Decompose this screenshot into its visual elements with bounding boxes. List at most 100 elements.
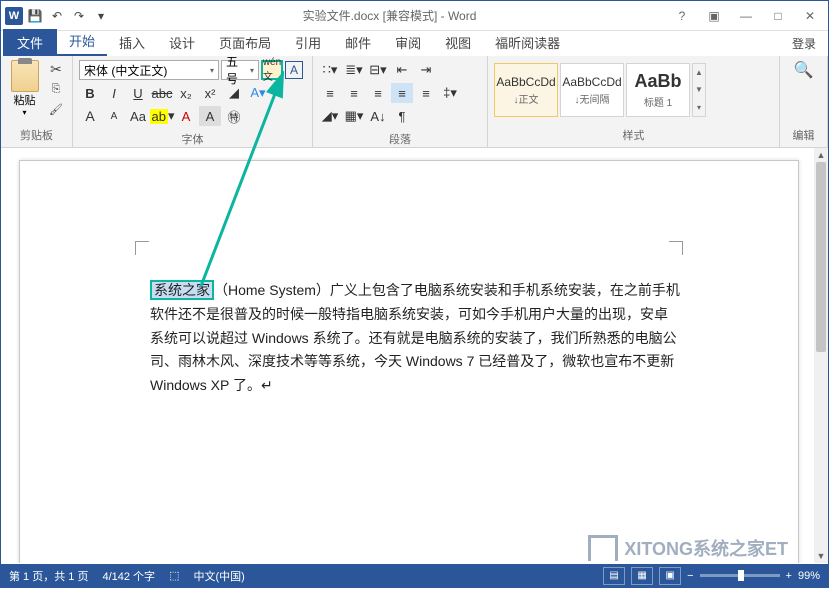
tab-design[interactable]: 设计 bbox=[157, 29, 207, 56]
word-count[interactable]: 4/142 个字 bbox=[102, 568, 155, 584]
clear-format-button[interactable]: ◢ bbox=[223, 83, 245, 103]
gallery-down-button[interactable]: ▼ bbox=[693, 81, 705, 98]
page[interactable]: 系统之家（Home System）广义上包含了电脑系统安装和手机系统安装，在之前… bbox=[19, 160, 799, 563]
web-layout-button[interactable]: ▣ bbox=[659, 567, 681, 585]
group-label-clipboard: 剪贴板 bbox=[7, 125, 66, 145]
numbering-button[interactable]: ≣▾ bbox=[343, 60, 365, 80]
tab-insert[interactable]: 插入 bbox=[107, 29, 157, 56]
close-button[interactable]: ✕ bbox=[796, 6, 824, 26]
selected-text[interactable]: 系统之家 bbox=[150, 280, 214, 300]
scroll-up-button[interactable]: ▲ bbox=[814, 148, 828, 162]
tab-view[interactable]: 视图 bbox=[433, 29, 483, 56]
help-button[interactable]: ? bbox=[668, 6, 696, 26]
subscript-button[interactable]: x₂ bbox=[175, 83, 197, 103]
page-indicator[interactable]: 第 1 页，共 1 页 bbox=[9, 568, 88, 584]
status-bar: 第 1 页，共 1 页 4/142 个字 ⬚ 中文(中国) ▤ ▦ ▣ − + … bbox=[1, 564, 828, 587]
copy-button[interactable]: ⎘ bbox=[46, 80, 66, 98]
tab-review[interactable]: 审阅 bbox=[383, 29, 433, 56]
style-nospacing[interactable]: AaBbCcDd ↓无间隔 bbox=[560, 63, 624, 117]
format-painter-button[interactable]: 🖌 bbox=[46, 100, 66, 118]
paragraph-text[interactable]: （Home System）广义上包含了电脑系统安装和手机系统安装，在之前手机软件… bbox=[150, 282, 680, 393]
minimize-button[interactable]: — bbox=[732, 6, 760, 26]
document-area[interactable]: 系统之家（Home System）广义上包含了电脑系统安装和手机系统安装，在之前… bbox=[1, 148, 814, 563]
watermark-logo-icon bbox=[588, 535, 618, 561]
show-marks-button[interactable]: ¶ bbox=[391, 106, 413, 126]
proofing-button[interactable]: ⬚ bbox=[169, 569, 179, 582]
find-icon: 🔍 bbox=[794, 60, 814, 80]
gallery-up-button[interactable]: ▲ bbox=[693, 64, 705, 81]
char-border-button[interactable]: A bbox=[285, 61, 303, 79]
justify-button[interactable]: ≡ bbox=[391, 83, 413, 103]
highlight-button[interactable]: ab▾ bbox=[151, 106, 173, 126]
save-button[interactable]: 💾 bbox=[25, 6, 45, 26]
scroll-down-button[interactable]: ▼ bbox=[814, 549, 828, 563]
ribbon-display-button[interactable]: ▣ bbox=[700, 6, 728, 26]
style-preview: AaBb bbox=[634, 71, 681, 92]
align-right-button[interactable]: ≡ bbox=[367, 83, 389, 103]
paste-button[interactable]: 粘贴 ▾ bbox=[7, 60, 42, 125]
ribbon-tabs: 文件 开始 插入 设计 页面布局 引用 邮件 审阅 视图 福昕阅读器 登录 bbox=[1, 31, 828, 56]
grow-font-button[interactable]: A bbox=[79, 106, 101, 126]
zoom-slider[interactable] bbox=[700, 574, 780, 577]
superscript-button[interactable]: x² bbox=[199, 83, 221, 103]
group-label-paragraph: 段落 bbox=[319, 129, 481, 149]
group-clipboard: 粘贴 ▾ ✂ ⎘ 🖌 剪贴板 bbox=[1, 56, 73, 147]
tab-references[interactable]: 引用 bbox=[283, 29, 333, 56]
language-button[interactable]: 中文(中国) bbox=[193, 568, 244, 584]
tab-home[interactable]: 开始 bbox=[57, 27, 107, 56]
group-editing: 🔍 编辑 bbox=[780, 56, 828, 147]
align-center-button[interactable]: ≡ bbox=[343, 83, 365, 103]
tab-mail[interactable]: 邮件 bbox=[333, 29, 383, 56]
underline-button[interactable]: U bbox=[127, 83, 149, 103]
bullets-button[interactable]: ∷▾ bbox=[319, 60, 341, 80]
bold-button[interactable]: B bbox=[79, 83, 101, 103]
shading-button[interactable]: ◢▾ bbox=[319, 106, 341, 126]
style-normal[interactable]: AaBbCcDd ↓正文 bbox=[494, 63, 558, 117]
body-paragraph[interactable]: 系统之家（Home System）广义上包含了电脑系统安装和手机系统安装，在之前… bbox=[150, 279, 680, 398]
zoom-knob[interactable] bbox=[738, 570, 744, 581]
scroll-track[interactable] bbox=[816, 162, 826, 549]
italic-button[interactable]: I bbox=[103, 83, 125, 103]
style-heading1[interactable]: AaBb 标题 1 bbox=[626, 63, 690, 117]
gallery-more-button[interactable]: ▾ bbox=[693, 99, 705, 116]
align-left-button[interactable]: ≡ bbox=[319, 83, 341, 103]
increase-indent-button[interactable]: ⇥ bbox=[415, 60, 437, 80]
read-mode-button[interactable]: ▤ bbox=[603, 567, 625, 585]
undo-button[interactable]: ↶ bbox=[47, 6, 67, 26]
redo-button[interactable]: ↷ bbox=[69, 6, 89, 26]
change-case-button[interactable]: Aa bbox=[127, 106, 149, 126]
zoom-in-button[interactable]: + bbox=[786, 570, 792, 582]
vertical-scrollbar[interactable]: ▲ ▼ bbox=[814, 148, 828, 563]
tab-foxit[interactable]: 福昕阅读器 bbox=[483, 29, 572, 56]
enclose-char-button[interactable]: ㊕ bbox=[223, 106, 245, 126]
multilevel-button[interactable]: ⊟▾ bbox=[367, 60, 389, 80]
word-app-icon[interactable]: W bbox=[5, 7, 23, 25]
login-button[interactable]: 登录 bbox=[782, 31, 826, 56]
zoom-out-button[interactable]: − bbox=[687, 570, 693, 582]
font-size-select[interactable]: 五号▾ bbox=[221, 60, 259, 80]
zoom-level[interactable]: 99% bbox=[798, 570, 820, 582]
decrease-indent-button[interactable]: ⇤ bbox=[391, 60, 413, 80]
find-button[interactable]: 🔍 bbox=[786, 60, 821, 80]
font-color-button[interactable]: A bbox=[175, 106, 197, 126]
sort-button[interactable]: A↓ bbox=[367, 106, 389, 126]
strikethrough-button[interactable]: abc bbox=[151, 83, 173, 103]
phonetic-guide-button[interactable]: wén 文 bbox=[261, 60, 283, 80]
scroll-thumb[interactable] bbox=[816, 162, 826, 352]
font-name-select[interactable]: 宋体 (中文正文)▾ bbox=[79, 60, 219, 80]
font-size-value: 五号 bbox=[226, 53, 250, 87]
qat-customize-button[interactable]: ▾ bbox=[91, 6, 111, 26]
shrink-font-button[interactable]: A bbox=[103, 106, 125, 126]
line-spacing-button[interactable]: ‡▾ bbox=[439, 83, 461, 103]
cut-button[interactable]: ✂ bbox=[46, 60, 66, 78]
text-effects-button[interactable]: A▾ bbox=[247, 83, 269, 103]
borders-button[interactable]: ▦▾ bbox=[343, 106, 365, 126]
tab-layout[interactable]: 页面布局 bbox=[207, 29, 283, 56]
char-shading-button[interactable]: A bbox=[199, 106, 221, 126]
maximize-button[interactable]: □ bbox=[764, 6, 792, 26]
margin-mark-tl bbox=[135, 241, 149, 255]
distributed-button[interactable]: ≡ bbox=[415, 83, 437, 103]
tab-file[interactable]: 文件 bbox=[3, 29, 57, 56]
print-layout-button[interactable]: ▦ bbox=[631, 567, 653, 585]
ribbon: 粘贴 ▾ ✂ ⎘ 🖌 剪贴板 宋体 (中文正文)▾ 五号▾ wén 文 A bbox=[1, 56, 828, 148]
